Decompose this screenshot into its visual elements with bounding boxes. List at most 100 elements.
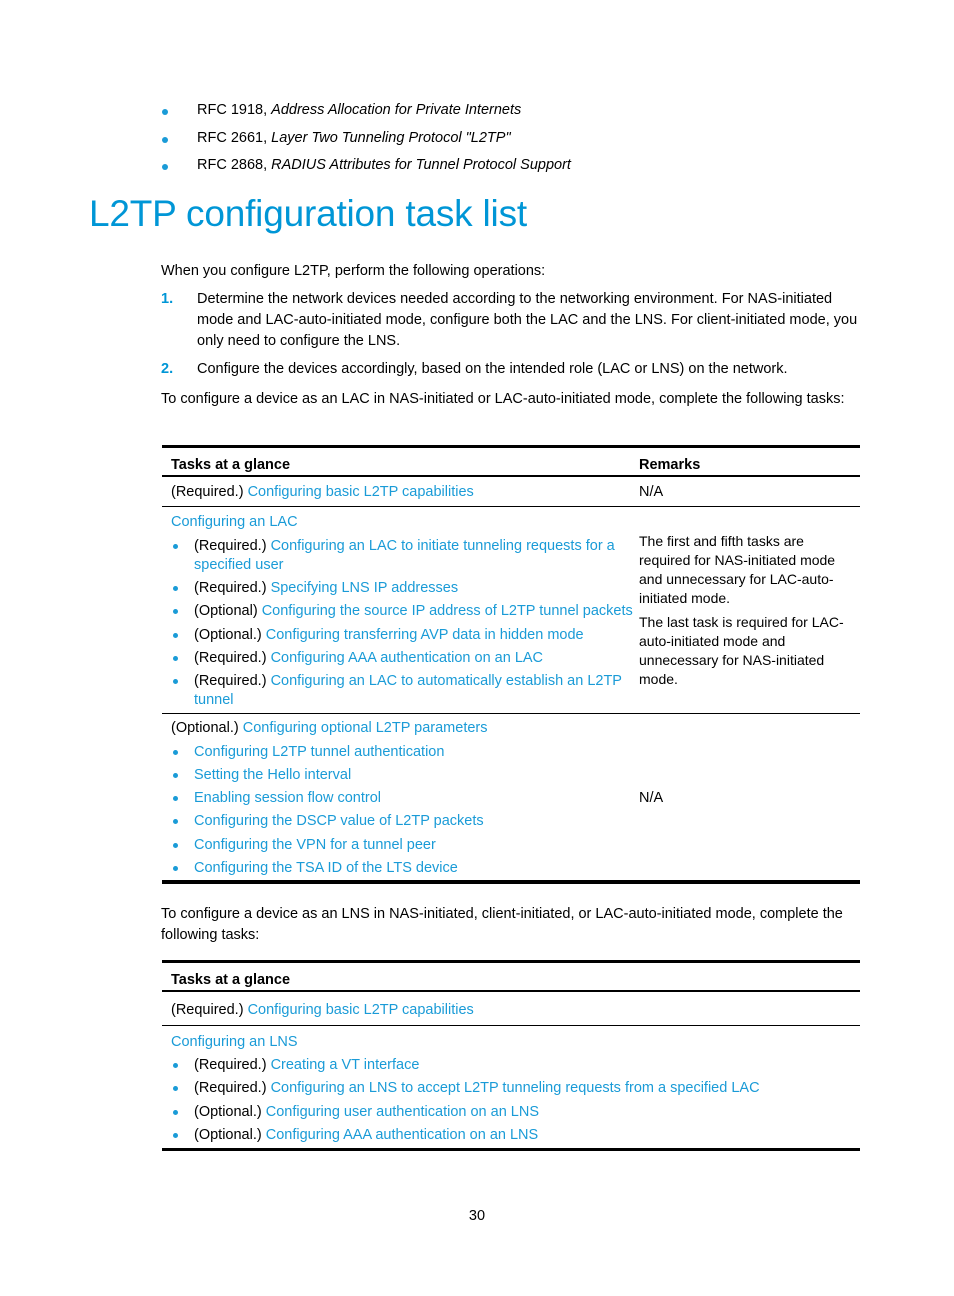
task-prefix: (Required.) [194,538,271,554]
task-prefix: (Required.) [194,1057,271,1073]
remark-na: N/A [639,484,664,500]
header-tasks: Tasks at a glance [171,972,291,988]
bullet-icon [173,1086,178,1091]
task-link[interactable]: Configuring an LAC to initiate tunneling… [271,538,615,554]
header-rule [162,990,860,992]
task-prefix: (Optional) [194,603,262,619]
task-link-configuring-lac[interactable]: Configuring an LAC [171,511,298,534]
bullet-icon [173,679,178,684]
task-link[interactable]: Configuring an LAC to automatically esta… [271,673,622,689]
task-item: (Optional) Configuring the source IP add… [173,602,633,621]
task-item: Configuring L2TP tunnel authentication [173,743,444,762]
task-item: Setting the Hello interval [173,766,351,785]
task-item: (Required.) Configuring AAA authenticati… [173,649,543,668]
bullet-icon [162,136,168,143]
row-divider [162,713,860,714]
task-link-basic-capabilities[interactable]: Configuring basic L2TP capabilities [248,484,474,500]
step-item: 2. Configure the devices accordingly, ba… [161,359,861,380]
task-link[interactable]: Configuring transferring AVP data in hid… [266,627,584,643]
lac-intro-text: To configure a device as an LAC in NAS-i… [161,391,845,407]
reference-item: RFC 2661, Layer Two Tunneling Protocol "… [160,126,571,154]
task-item: Configuring the TSA ID of the LTS device [173,859,458,878]
task-link[interactable]: Configuring AAA authentication on an LAC [271,650,543,666]
table-row: (Required.) Configuring basic L2TP capab… [171,481,474,504]
task-prefix: (Required.) [194,650,271,666]
remark-paragraph: The last task is required for LAC-auto-i… [639,614,844,687]
task-link-continued[interactable]: tunnel [194,692,234,708]
task-item: (Required.) Configuring an LAC to initia… [173,537,615,575]
task-link[interactable]: Setting the Hello interval [194,767,351,783]
task-link-optional-parameters[interactable]: Configuring optional L2TP parameters [243,720,488,736]
table-bottom-rule [162,880,860,884]
bullet-icon [173,633,178,638]
bullet-icon [173,1110,178,1115]
task-link-basic-capabilities[interactable]: Configuring basic L2TP capabilities [248,1002,474,1018]
step-text: Configure the devices accordingly, based… [197,361,788,377]
task-link[interactable]: Configuring an LNS to accept L2TP tunnel… [271,1080,760,1096]
row-divider [162,1025,860,1026]
table-top-rule [162,445,860,448]
task-prefix: (Required.) [194,673,271,689]
header-remarks: Remarks [639,457,701,473]
remark-na: N/A [639,790,664,806]
task-link[interactable]: Configuring the VPN for a tunnel peer [194,837,436,853]
task-link[interactable]: Enabling session flow control [194,790,381,806]
steps-list: 1. Determine the network devices needed … [161,289,861,387]
task-item: Enabling session flow control [173,789,381,808]
bullet-icon [162,109,168,115]
task-item: Configuring the DSCP value of L2TP packe… [173,812,484,831]
table-bottom-rule [162,1148,860,1151]
reference-prefix: RFC 2661, [197,129,272,146]
task-item: (Required.) Configuring an LNS to accept… [173,1079,760,1098]
bullet-icon [173,796,178,801]
task-link-configuring-lns[interactable]: Configuring an LNS [171,1031,298,1054]
task-link[interactable]: Configuring AAA authentication on an LNS [266,1127,538,1143]
task-prefix: (Optional.) [194,627,266,643]
task-link[interactable]: Configuring the TSA ID of the LTS device [194,860,458,876]
section-title: L2TP configuration task list [89,193,527,234]
task-item: (Required.) Configuring an LAC to automa… [173,672,622,710]
remark-paragraph: The first and fifth tasks are required f… [639,533,836,606]
task-link[interactable]: Configuring the DSCP value of L2TP packe… [194,813,484,829]
task-link[interactable]: Configuring the source IP address of L2T… [262,603,633,619]
task-item: (Required.) Creating a VT interface [173,1056,420,1075]
task-link[interactable]: Configuring L2TP tunnel authentication [194,744,444,760]
lac-task-table: Tasks at a glance Remarks (Required.) Co… [162,445,860,887]
bullet-icon [173,656,178,661]
task-link[interactable]: Specifying LNS IP addresses [271,580,459,596]
row-divider [162,506,860,507]
task-link-continued[interactable]: specified user [194,557,283,573]
step-item: 1. Determine the network devices needed … [161,289,861,352]
task-prefix: (Required.) [171,1002,248,1018]
step-number: 1. [161,291,174,307]
task-prefix: (Optional.) [194,1127,266,1143]
task-link[interactable]: Configuring user authentication on an LN… [266,1104,539,1120]
task-prefix: (Required.) [194,1080,271,1096]
task-link[interactable]: Creating a VT interface [271,1057,420,1073]
reference-title: Layer Two Tunneling Protocol "L2TP" [271,129,511,146]
remark-lac: The first and fifth tasks are required f… [639,532,854,694]
bullet-icon [173,609,178,614]
reference-title: RADIUS Attributes for Tunnel Protocol Su… [271,157,571,173]
bullet-icon [173,843,178,848]
reference-list: RFC 1918, Address Allocation for Private… [160,98,571,181]
bullet-icon [173,819,178,824]
bullet-icon [173,1133,178,1138]
page-number: 30 [468,1208,486,1224]
reference-item: RFC 2868, RADIUS Attributes for Tunnel P… [160,153,571,181]
reference-prefix: RFC 2868, [197,157,272,173]
header-rule [162,475,860,477]
task-prefix: (Optional.) [194,1104,266,1120]
step-number: 2. [161,361,174,377]
lns-task-table: Tasks at a glance (Required.) Configurin… [162,960,860,1155]
bullet-icon [173,750,178,755]
reference-prefix: RFC 1918, [197,102,272,118]
bullet-icon [173,544,178,549]
task-prefix: (Optional.) [171,720,243,736]
bullet-icon [173,866,178,871]
table-top-rule [162,960,860,963]
step-text: Determine the network devices needed acc… [197,291,858,349]
bullet-icon [162,164,168,170]
intro-text: When you configure L2TP, perform the fol… [161,263,546,279]
reference-item: RFC 1918, Address Allocation for Private… [160,98,571,126]
